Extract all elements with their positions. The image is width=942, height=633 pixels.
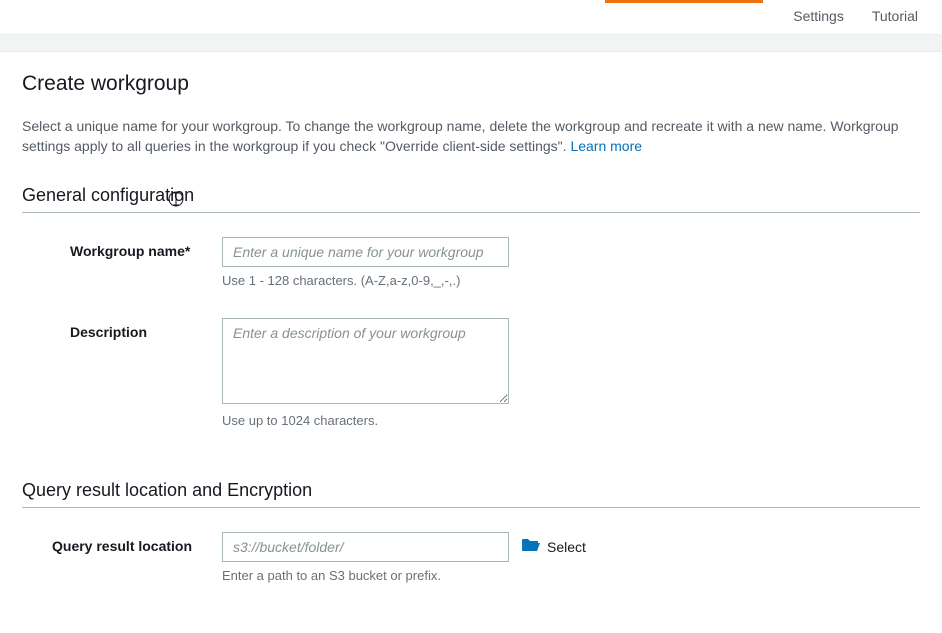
description-hint: Use up to 1024 characters.	[222, 413, 509, 428]
query-result-location-row: Query result location Select Ent	[22, 532, 920, 583]
general-config-section: General configuration Workgroup name* Us…	[22, 185, 920, 428]
query-result-location-input[interactable]	[222, 532, 509, 562]
description-label: Description	[22, 318, 222, 428]
description-textarea[interactable]	[222, 318, 509, 404]
query-result-location-label: Query result location	[22, 532, 222, 583]
workgroup-name-row: Workgroup name* Use 1 - 128 characters. …	[22, 237, 920, 288]
learn-more-link[interactable]: Learn more	[570, 138, 642, 154]
folder-open-icon	[521, 537, 541, 556]
query-result-location-hint: Enter a path to an S3 bucket or prefix.	[222, 568, 586, 583]
top-bar: Settings Tutorial	[0, 0, 942, 34]
workgroup-name-input[interactable]	[222, 237, 509, 267]
settings-link[interactable]: Settings	[793, 8, 844, 24]
active-tab-indicator	[605, 0, 763, 3]
query-result-section: Query result location and Encryption Que…	[22, 480, 920, 583]
workgroup-name-label: Workgroup name*	[22, 237, 222, 288]
tutorial-link[interactable]: Tutorial	[872, 8, 918, 24]
select-bucket-label: Select	[547, 539, 586, 555]
intro-body: Select a unique name for your workgroup.…	[22, 118, 899, 154]
section-title-general: General configuration	[22, 185, 920, 213]
select-bucket-button[interactable]: Select	[521, 537, 586, 556]
header-divider	[0, 34, 942, 52]
description-row: Description Use up to 1024 characters.	[22, 318, 920, 428]
page-title: Create workgroup	[22, 72, 920, 96]
intro-text: Select a unique name for your workgroup.…	[22, 116, 912, 157]
section-title-query: Query result location and Encryption	[22, 480, 920, 508]
workgroup-name-hint: Use 1 - 128 characters. (A-Z,a-z,0-9,_,-…	[222, 273, 509, 288]
